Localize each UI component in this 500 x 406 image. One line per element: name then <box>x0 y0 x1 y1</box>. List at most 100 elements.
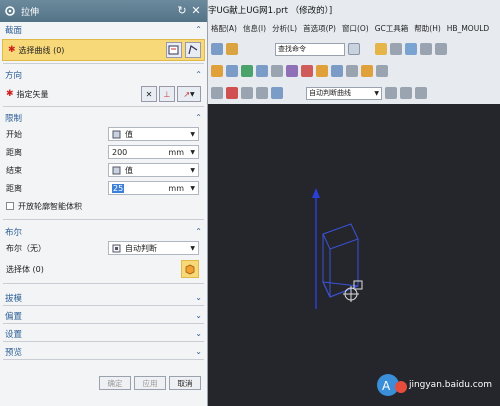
baidu-logo-icon: A <box>376 374 407 396</box>
auto-infer-icon <box>112 244 121 252</box>
specify-vector-row[interactable]: ✱ 指定矢量 ✕ ⊥ ↗ ▼ <box>0 82 207 106</box>
section-header[interactable]: 截面 ⌃ <box>0 22 207 37</box>
chevron-down-icon: ⌄ <box>195 311 202 320</box>
snap-icon[interactable] <box>375 43 387 55</box>
menu-item-analysis[interactable]: 分析(L) <box>272 23 297 34</box>
arrow-icon[interactable] <box>256 65 268 77</box>
render-icon[interactable] <box>405 43 417 55</box>
settings-header[interactable]: 设置 ⌄ <box>0 326 207 341</box>
point-icon[interactable] <box>271 87 283 99</box>
layer-icon[interactable] <box>420 43 432 55</box>
chevron-down-icon: ▼ <box>190 130 195 138</box>
chevron-up-icon: ⌃ <box>195 113 202 122</box>
style-icon[interactable] <box>435 43 447 55</box>
select-body-icon[interactable] <box>181 260 199 278</box>
shell-icon[interactable] <box>286 65 298 77</box>
intersection-icon[interactable] <box>400 87 412 99</box>
chevron-up-icon: ⌃ <box>195 70 202 79</box>
ok-button[interactable]: 确定 <box>99 376 131 390</box>
toolbar-row-1: 查找命令 <box>208 40 500 58</box>
menu-item-preferences[interactable]: 首选项(P) <box>303 23 336 34</box>
menu-item-hb-mould[interactable]: HB_MOULD <box>447 24 489 33</box>
start-type-select[interactable]: 值 ▼ <box>108 127 199 141</box>
toolbar-row-2 <box>208 62 500 80</box>
divider <box>3 341 204 342</box>
open-icon[interactable] <box>226 43 238 55</box>
surface-icon[interactable] <box>241 65 253 77</box>
curve-icon[interactable] <box>185 42 201 58</box>
rotate-icon[interactable] <box>241 87 253 99</box>
view-icon[interactable] <box>390 43 402 55</box>
menu-bar: 格配(A) 信息(I) 分析(L) 首选项(P) 窗口(O) GC工具箱 帮助(… <box>208 21 500 35</box>
chevron-down-icon: ▼ <box>190 166 195 174</box>
snap-point-icon[interactable] <box>385 87 397 99</box>
vector-dialog-icon[interactable]: ⊥ <box>159 86 175 102</box>
start-distance-input[interactable]: 200 mm ▼ <box>108 145 199 159</box>
vector-type-icon[interactable]: ↗ ▼ <box>177 86 201 102</box>
dialog-titlebar[interactable]: 拉伸 ↻ ✕ <box>0 0 207 22</box>
tangent-icon[interactable] <box>415 87 427 99</box>
limits-header[interactable]: 限制 ⌃ <box>0 110 207 125</box>
menu-item-help[interactable]: 帮助(H) <box>414 23 441 34</box>
divider <box>3 323 204 324</box>
command-search-input[interactable]: 查找命令 <box>275 42 345 56</box>
chevron-up-icon: ⌃ <box>195 25 202 34</box>
gear-icon <box>5 6 15 16</box>
menu-item-assembly[interactable]: 格配(A) <box>211 23 237 34</box>
app-title: 字UG献上UG网1.prt （修改的）] <box>208 6 333 16</box>
trim-icon[interactable] <box>271 65 283 77</box>
select-filter-icon[interactable] <box>211 87 223 99</box>
divider <box>3 63 204 64</box>
move-icon[interactable] <box>226 87 238 99</box>
extrude-dialog: 拉伸 ↻ ✕ 截面 ⌃ ✱ 选择曲线 (0) 方向 ⌃ ✱ 指定矢量 ✕ ⊥ ↗… <box>0 0 208 406</box>
direction-header[interactable]: 方向 ⌃ <box>0 67 207 82</box>
chevron-down-icon: ▼ <box>190 148 195 156</box>
preview-header[interactable]: 预览 ⌄ <box>0 344 207 359</box>
pattern-icon[interactable] <box>331 65 343 77</box>
divider <box>3 359 204 360</box>
required-star-icon: ✱ <box>6 89 14 99</box>
value-icon <box>112 130 121 138</box>
draft-header[interactable]: 拔模 ⌄ <box>0 290 207 305</box>
model-view <box>312 188 363 309</box>
assembly-icon[interactable] <box>211 43 223 55</box>
end-type-select[interactable]: 值 ▼ <box>108 163 199 177</box>
divider <box>3 219 204 220</box>
close-icon[interactable]: ✕ <box>189 4 203 18</box>
reverse-direction-icon[interactable]: ✕ <box>141 86 157 102</box>
search-icon[interactable] <box>348 43 360 55</box>
mirror-icon[interactable] <box>346 65 358 77</box>
divider <box>3 106 204 107</box>
divider <box>3 305 204 306</box>
required-star-icon: ✱ <box>8 45 16 55</box>
undo-icon[interactable] <box>256 87 268 99</box>
boolean-header[interactable]: 布尔 ⌃ <box>0 224 207 239</box>
dialog-buttons: 确定 应用 取消 <box>99 376 201 390</box>
open-profile-row[interactable]: 开放轮廓智能体积 <box>0 197 207 215</box>
boss-icon[interactable] <box>376 65 388 77</box>
curve-rule-select[interactable]: 自动判断曲线 ▼ <box>306 86 382 100</box>
cut-icon[interactable] <box>301 65 313 77</box>
hole-icon[interactable] <box>361 65 373 77</box>
menu-item-window[interactable]: 窗口(O) <box>342 23 369 34</box>
dialog-title: 拉伸 <box>21 7 40 18</box>
chamfer-icon[interactable] <box>316 65 328 77</box>
sketch-section-icon[interactable] <box>166 42 182 58</box>
reset-icon[interactable]: ↻ <box>175 4 189 18</box>
cancel-button[interactable]: 取消 <box>169 376 201 390</box>
apply-button[interactable]: 应用 <box>134 376 166 390</box>
select-curve-row[interactable]: ✱ 选择曲线 (0) <box>2 39 205 61</box>
open-profile-checkbox[interactable] <box>6 202 14 210</box>
block-icon[interactable] <box>226 65 238 77</box>
toolbar-row-3: 自动判断曲线 ▼ <box>208 84 500 102</box>
end-distance-input[interactable]: 25 mm ▼ <box>108 181 199 195</box>
divider <box>3 283 204 284</box>
sphere-icon[interactable] <box>211 65 223 77</box>
chevron-down-icon: ⌄ <box>195 347 202 356</box>
menu-item-gc-toolbox[interactable]: GC工具箱 <box>375 23 409 34</box>
graphics-viewport[interactable]: A jingyan.baidu.com <box>208 104 500 406</box>
boolean-select[interactable]: 自动判断 ▼ <box>108 241 199 255</box>
menu-item-info[interactable]: 信息(I) <box>243 23 266 34</box>
offset-header[interactable]: 偏置 ⌄ <box>0 308 207 323</box>
select-body-row[interactable]: 选择体 (0) <box>0 257 207 281</box>
